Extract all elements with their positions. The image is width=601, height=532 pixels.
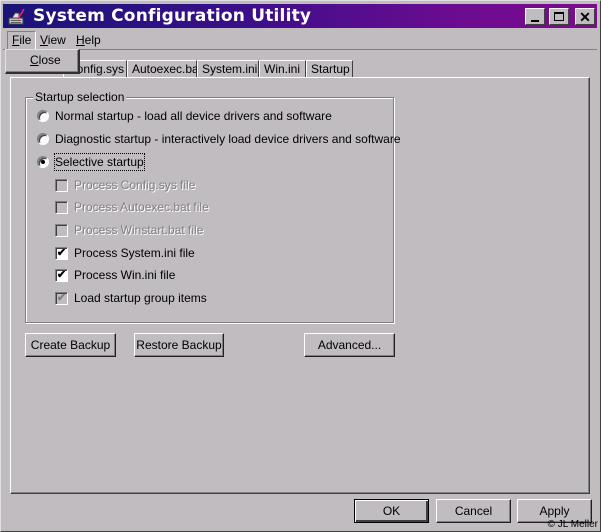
title-bar[interactable]: System Configuration Utility ✕ (3, 4, 597, 28)
menu-item-close-accel: C (30, 53, 39, 67)
menu-view-label: V (40, 33, 48, 47)
close-icon: ✕ (579, 8, 591, 25)
checkbox-box-checked[interactable]: ✔ (55, 268, 68, 282)
radio-dot-icon (41, 160, 45, 164)
tab-win-ini-label: Win.ini (264, 62, 301, 76)
checkbox-process-winstart-bat-label: Process Winstart.bat file (74, 223, 204, 237)
radio-button[interactable] (37, 133, 49, 145)
radio-normal-startup[interactable]: Normal startup - load all device drivers… (37, 108, 332, 124)
radio-selective-startup[interactable]: Selective startup (37, 153, 145, 171)
checkbox-process-autoexec-bat-label: Process Autoexec.bat file (74, 200, 209, 214)
menu-view-label-rest: iew (47, 33, 66, 47)
minimize-icon (531, 19, 539, 22)
menu-file-label-rest: ile (19, 33, 32, 47)
checkmark-icon: ✔ (56, 268, 67, 281)
menu-item-close[interactable]: Close (30, 53, 61, 67)
menu-bar: File View Help (3, 31, 597, 50)
radio-normal-startup-label: Normal startup - load all device drivers… (55, 109, 332, 123)
system-configuration-window: System Configuration Utility ✕ File View… (0, 0, 601, 532)
checkbox-process-winstart-bat[interactable]: Process Winstart.bat file (55, 222, 203, 238)
file-menu-dropdown: Close (5, 49, 80, 74)
radio-selective-startup-label: Selective startup (54, 153, 145, 171)
radio-diagnostic-startup[interactable]: Diagnostic startup - interactively load … (37, 131, 401, 147)
menu-file[interactable]: File (7, 31, 37, 50)
menu-help-label: H (76, 33, 85, 47)
checkmark-icon: ✔ (56, 246, 67, 259)
tab-autoexec-bat[interactable]: Autoexec.bat (127, 60, 202, 77)
menu-item-close-rest: lose (38, 53, 61, 67)
startup-selection-label: Startup selection (33, 90, 127, 104)
create-backup-button[interactable]: Create Backup (25, 333, 116, 357)
checkbox-process-config-sys[interactable]: Process Config.sys file (55, 177, 195, 193)
checkbox-box-indeterminate[interactable]: ✔ (55, 291, 68, 305)
checkbox-process-system-ini-label: Process System.ini file (74, 246, 195, 260)
tab-strip: Config.sys Autoexec.bat System.ini Win.i… (9, 59, 589, 79)
restore-backup-button[interactable]: Restore Backup (134, 333, 224, 357)
checkbox-box-checked[interactable]: ✔ (55, 246, 68, 260)
checkmark-icon: ✔ (56, 291, 67, 304)
tab-autoexec-bat-label: Autoexec.bat (132, 62, 203, 76)
msconfig-icon (8, 8, 25, 25)
tab-startup[interactable]: Startup (306, 60, 353, 77)
checkbox-process-win-ini-label: Process Win.ini file (74, 268, 176, 282)
checkbox-process-config-sys-label: Process Config.sys file (74, 178, 196, 192)
maximize-icon (554, 12, 564, 21)
checkbox-load-startup-group-label: Load startup group items (74, 291, 207, 305)
menu-help[interactable]: Help (72, 32, 105, 49)
checkbox-box[interactable] (55, 223, 68, 237)
tab-system-ini-label: System.ini (202, 62, 258, 76)
radio-button[interactable] (37, 110, 49, 122)
checkbox-box[interactable] (55, 200, 68, 214)
menu-help-label-rest: elp (84, 33, 101, 47)
tab-startup-label: Startup (311, 62, 350, 76)
radio-button-selected[interactable] (37, 156, 49, 168)
tab-win-ini[interactable]: Win.ini (259, 60, 306, 77)
window-title: System Configuration Utility (33, 6, 312, 26)
checkbox-load-startup-group[interactable]: ✔ Load startup group items (55, 290, 207, 306)
radio-diagnostic-startup-label: Diagnostic startup - interactively load … (55, 132, 401, 146)
ok-button[interactable]: OK (354, 499, 429, 523)
cancel-button[interactable]: Cancel (436, 499, 511, 523)
checkbox-process-autoexec-bat[interactable]: Process Autoexec.bat file (55, 199, 209, 215)
checkbox-process-system-ini[interactable]: ✔ Process System.ini file (55, 245, 195, 261)
menu-view[interactable]: View (36, 32, 70, 49)
copyright-text: © JL Meller (547, 519, 598, 530)
minimize-button[interactable] (525, 8, 545, 25)
close-button[interactable]: ✕ (575, 8, 595, 25)
advanced-button[interactable]: Advanced... (304, 333, 395, 357)
tab-system-ini[interactable]: System.ini (197, 60, 259, 77)
maximize-button[interactable] (549, 8, 569, 25)
checkbox-box[interactable] (55, 178, 68, 192)
checkbox-process-win-ini[interactable]: ✔ Process Win.ini file (55, 267, 175, 283)
